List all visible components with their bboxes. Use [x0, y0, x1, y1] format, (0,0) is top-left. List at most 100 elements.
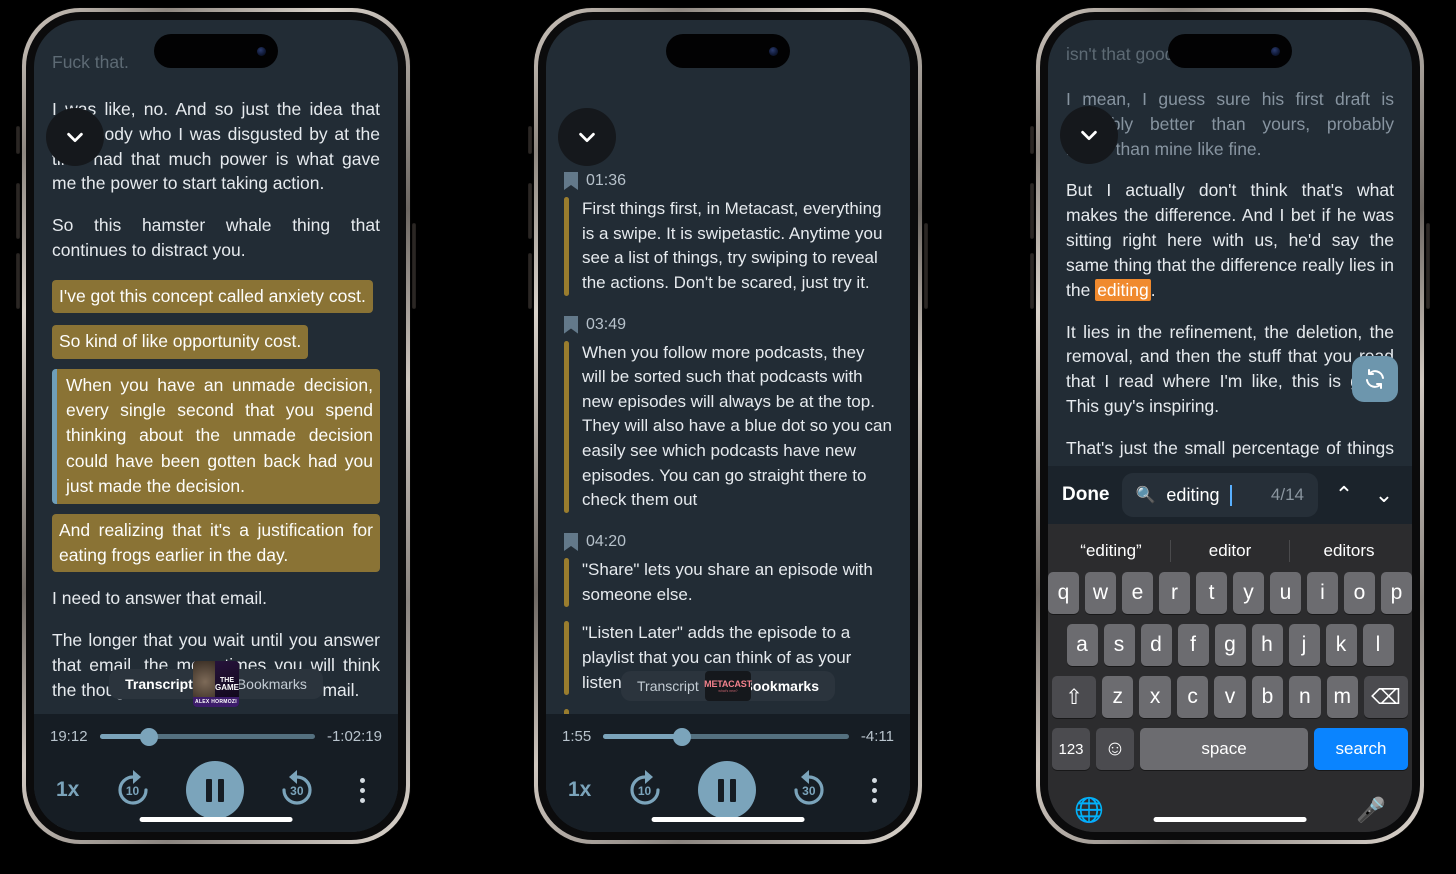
volume-down-button[interactable] [1030, 253, 1034, 309]
power-button[interactable] [1426, 223, 1430, 309]
key-r[interactable]: r [1159, 572, 1190, 614]
progress-fill [603, 734, 682, 739]
key-i[interactable]: i [1307, 572, 1338, 614]
dynamic-island [1168, 34, 1292, 68]
previous-match-button[interactable]: ⌃ [1330, 482, 1358, 508]
search-return-key[interactable]: search [1314, 728, 1408, 770]
more-options-button[interactable] [350, 777, 376, 803]
key-e[interactable]: e [1122, 572, 1153, 614]
key-l[interactable]: l [1362, 624, 1394, 666]
mute-switch[interactable] [16, 126, 20, 154]
key-d[interactable]: d [1140, 624, 1172, 666]
shift-key[interactable]: ⇧ [1052, 676, 1097, 718]
progress-knob[interactable] [140, 727, 159, 746]
episode-artwork[interactable]: METACAST what's new? [704, 671, 752, 701]
key-c[interactable]: c [1176, 676, 1209, 718]
collapse-chevron-button[interactable] [558, 108, 616, 166]
bookmark-timestamp[interactable]: 04:20 [586, 533, 626, 551]
bookmark-timestamp[interactable]: 01:36 [586, 172, 626, 190]
remaining-time: -1:02:19 [326, 728, 382, 745]
prediction-1[interactable]: editor [1171, 541, 1289, 561]
skip-forward-button[interactable]: 30 [275, 768, 319, 812]
playback-speed-button[interactable]: 1x [56, 778, 79, 802]
mute-switch[interactable] [528, 126, 532, 154]
skip-forward-button[interactable]: 30 [787, 768, 831, 812]
key-h[interactable]: h [1251, 624, 1283, 666]
key-m[interactable]: m [1326, 676, 1358, 718]
key-b[interactable]: b [1251, 676, 1284, 718]
bookmark-accent-bar [564, 558, 569, 608]
key-g[interactable]: g [1214, 624, 1246, 666]
key-v[interactable]: v [1214, 676, 1246, 718]
key-w[interactable]: w [1085, 572, 1116, 614]
prediction-2[interactable]: editors [1290, 541, 1408, 561]
dot [872, 797, 878, 803]
next-match-button[interactable]: ⌄ [1370, 482, 1398, 508]
volume-down-button[interactable] [16, 253, 20, 309]
transcript-scroll-area[interactable]: isn't that good I mean, I guess sure his… [1048, 20, 1412, 484]
bookmark-timestamp[interactable]: 03:49 [586, 316, 626, 334]
highlighted-sentence[interactable]: I've got this concept called anxiety cos… [52, 279, 373, 314]
bookmark-text: First things first, in Metacast, everyth… [582, 199, 883, 292]
play-pause-button[interactable] [697, 761, 756, 819]
pause-icon-bar [217, 778, 224, 802]
space-key[interactable]: space [1140, 728, 1308, 770]
key-j[interactable]: j [1288, 624, 1320, 666]
search-input[interactable]: 🔍 editing 4/14 [1121, 473, 1318, 517]
volume-up-button[interactable] [16, 183, 20, 239]
volume-down-button[interactable] [528, 253, 532, 309]
key-o[interactable]: o [1344, 572, 1375, 614]
key-a[interactable]: a [1066, 624, 1098, 666]
collapse-chevron-button[interactable] [1060, 106, 1118, 164]
skip-back-button[interactable]: 10 [111, 768, 155, 812]
globe-icon[interactable]: 🌐 [1074, 796, 1104, 825]
search-query-value: editing [1166, 484, 1220, 505]
numbers-key[interactable]: 123 [1052, 728, 1090, 770]
backspace-key[interactable]: ⌫ [1363, 676, 1408, 718]
progress-knob[interactable] [672, 727, 691, 746]
dot [872, 787, 878, 793]
key-t[interactable]: t [1196, 572, 1227, 614]
volume-up-button[interactable] [1030, 183, 1034, 239]
chevron-down-icon [1081, 130, 1097, 141]
highlighted-sentence[interactable]: And realizing that it's a justification … [52, 513, 380, 573]
episode-artwork[interactable]: THE GAME ALEX HORMOZI [193, 661, 239, 707]
volume-up-button[interactable] [528, 183, 532, 239]
progress-slider[interactable] [603, 727, 849, 746]
key-x[interactable]: x [1139, 676, 1171, 718]
key-n[interactable]: n [1289, 676, 1321, 718]
highlighted-sentence[interactable]: So kind of like opportunity cost. [52, 325, 309, 359]
key-p[interactable]: p [1381, 572, 1412, 614]
key-k[interactable]: k [1325, 624, 1357, 666]
keyboard-bottom-row: 🌐 🎤 [1052, 780, 1408, 832]
microphone-icon[interactable]: 🎤 [1356, 796, 1386, 825]
tab-transcript[interactable]: Transcript [621, 671, 715, 701]
key-q[interactable]: q [1048, 572, 1079, 614]
remaining-time: -4:11 [860, 728, 894, 745]
more-options-button[interactable] [862, 777, 888, 803]
playback-speed-button[interactable]: 1x [568, 778, 591, 802]
key-u[interactable]: u [1270, 572, 1301, 614]
progress-slider[interactable] [99, 727, 315, 746]
key-y[interactable]: y [1233, 572, 1264, 614]
done-button[interactable]: Done [1062, 484, 1110, 506]
key-f[interactable]: f [1177, 624, 1209, 666]
keyboard-row-1: q w e r t y u i o p [1048, 572, 1412, 614]
skip-back-button[interactable]: 10 [623, 768, 667, 812]
bookmark-item[interactable]: When you follow more podcasts, they will… [564, 340, 892, 514]
power-button[interactable] [412, 223, 416, 309]
play-pause-button[interactable] [185, 761, 244, 819]
prediction-0[interactable]: “editing” [1052, 541, 1170, 561]
search-match-highlight[interactable]: editing [1095, 278, 1151, 301]
bookmark-item[interactable]: "Share" lets you share an episode with s… [564, 558, 892, 608]
key-s[interactable]: s [1103, 624, 1135, 666]
emoji-key[interactable]: ☺ [1096, 728, 1134, 770]
key-z[interactable]: z [1102, 676, 1134, 718]
mute-switch[interactable] [1030, 126, 1034, 154]
highlighted-sentence-active[interactable]: When you have an unmade decision, every … [52, 368, 380, 504]
search-icon: 🔍 [1135, 487, 1156, 504]
bookmark-item[interactable]: First things first, in Metacast, everyth… [564, 197, 892, 296]
collapse-chevron-button[interactable] [46, 108, 104, 166]
refresh-button[interactable] [1352, 356, 1398, 402]
power-button[interactable] [924, 223, 928, 309]
